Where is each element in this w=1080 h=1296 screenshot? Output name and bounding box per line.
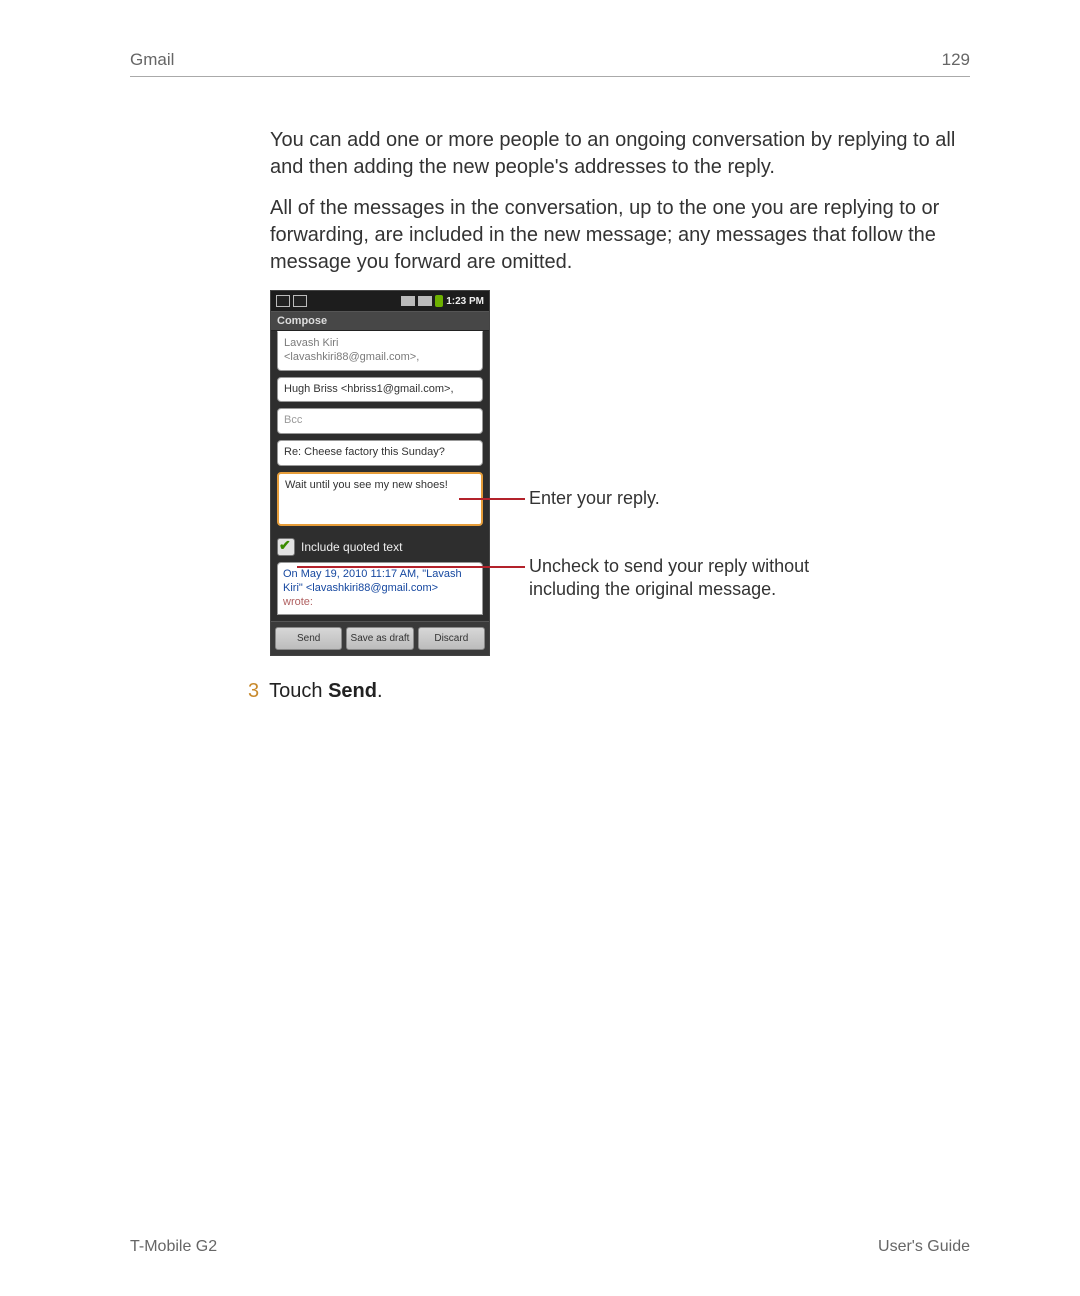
- page-footer: T-Mobile G2 User's Guide: [130, 1238, 970, 1256]
- quoted-section: Include quoted text On May 19, 2010 11:1…: [277, 538, 483, 615]
- footer-right: User's Guide: [878, 1238, 970, 1256]
- figure-area: 1:23 PM Compose Lavash Kiri <lavashkiri8…: [270, 290, 970, 656]
- discard-button[interactable]: Discard: [418, 627, 485, 650]
- subject-field[interactable]: Re: Cheese factory this Sunday?: [277, 440, 483, 466]
- status-time: 1:23 PM: [446, 296, 484, 307]
- include-quoted-row: Include quoted text: [277, 538, 483, 556]
- quoted-text-line1: On May 19, 2010 11:17 AM, "Lavash Kiri" …: [283, 568, 462, 594]
- callout-line-reply: [459, 498, 525, 500]
- include-quoted-checkbox[interactable]: [277, 538, 295, 556]
- quoted-text: On May 19, 2010 11:17 AM, "Lavash Kiri" …: [277, 562, 483, 615]
- body-text: You can add one or more people to an ong…: [270, 127, 970, 276]
- signal-icon: [418, 296, 432, 306]
- save-draft-button[interactable]: Save as draft: [346, 627, 413, 650]
- data-icon: [401, 296, 415, 306]
- quoted-text-wrote: wrote:: [283, 596, 313, 608]
- page: Gmail 129 You can add one or more people…: [0, 0, 1080, 1296]
- paragraph-1: You can add one or more people to an ong…: [270, 127, 970, 181]
- page-header: Gmail 129: [130, 50, 970, 77]
- step-text: Touch Send.: [269, 680, 382, 703]
- footer-left: T-Mobile G2: [130, 1238, 217, 1256]
- reply-body-field[interactable]: Wait until you see my new shoes!: [277, 472, 483, 526]
- step-3: 3 Touch Send.: [248, 680, 970, 703]
- header-section: Gmail: [130, 50, 174, 70]
- header-page-number: 129: [942, 50, 970, 70]
- from-field[interactable]: Lavash Kiri <lavashkiri88@gmail.com>,: [277, 331, 483, 371]
- send-button[interactable]: Send: [275, 627, 342, 650]
- battery-icon: [435, 295, 443, 307]
- sms-icon: [276, 295, 290, 307]
- mail-icon: [293, 295, 307, 307]
- bcc-field[interactable]: Bcc: [277, 408, 483, 434]
- status-bar: 1:23 PM: [271, 291, 489, 311]
- compose-title: Compose: [271, 311, 489, 331]
- callout-reply: Enter your reply.: [529, 487, 660, 510]
- include-quoted-label: Include quoted text: [301, 540, 402, 554]
- button-row: Send Save as draft Discard: [271, 621, 489, 655]
- callout-line-uncheck: [297, 566, 525, 568]
- compose-form: Lavash Kiri <lavashkiri88@gmail.com>, Hu…: [271, 331, 489, 621]
- callout-uncheck: Uncheck to send your reply without inclu…: [529, 555, 859, 602]
- step-suffix: .: [377, 680, 383, 702]
- to-field[interactable]: Hugh Briss <hbriss1@gmail.com>,: [277, 377, 483, 403]
- paragraph-2: All of the messages in the conversation,…: [270, 195, 970, 276]
- phone-screenshot: 1:23 PM Compose Lavash Kiri <lavashkiri8…: [270, 290, 490, 656]
- step-prefix: Touch: [269, 680, 328, 702]
- step-bold: Send: [328, 680, 377, 702]
- step-number: 3: [248, 680, 259, 703]
